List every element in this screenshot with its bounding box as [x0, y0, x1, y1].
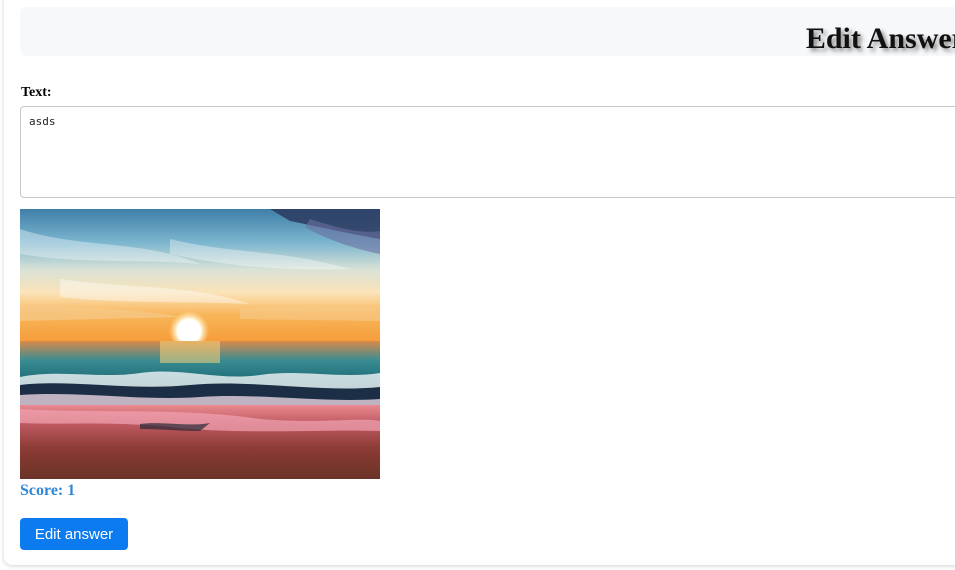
sunset-beach-image	[20, 209, 380, 479]
answer-text-input[interactable]	[20, 106, 955, 198]
page-title: Edit Answer	[805, 22, 955, 55]
score-text: Score: 1	[20, 482, 76, 499]
edit-answer-button[interactable]: Edit answer	[20, 518, 128, 550]
text-field-label: Text:	[21, 85, 52, 100]
answer-image	[20, 209, 380, 479]
page-header: Edit Answer	[20, 7, 955, 56]
